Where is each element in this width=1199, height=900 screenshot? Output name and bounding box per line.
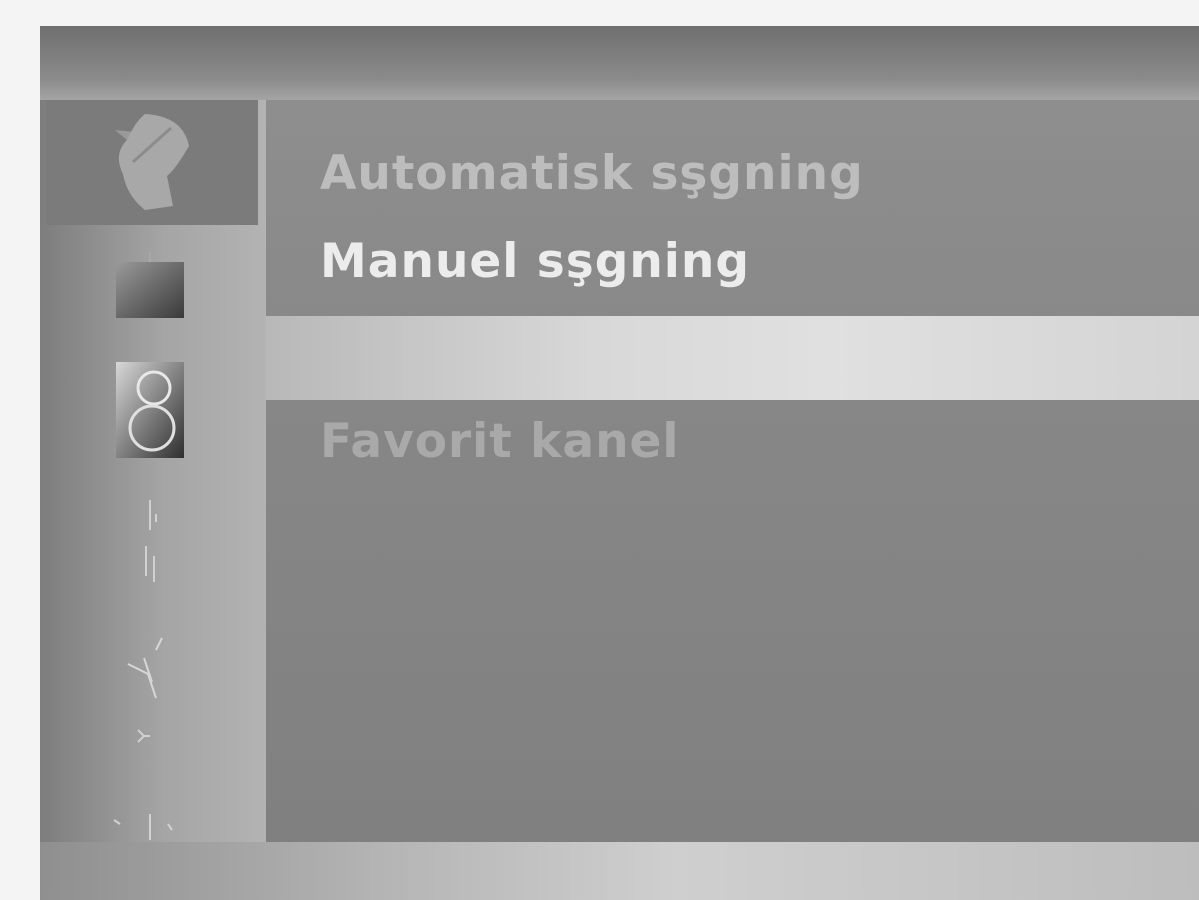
top-bar xyxy=(40,26,1199,100)
lock-icon[interactable] xyxy=(134,726,154,746)
option-icon[interactable] xyxy=(122,634,172,704)
menu-separator xyxy=(266,316,1199,400)
menu-item-favorite-channel[interactable]: Favorit kanel xyxy=(320,414,680,469)
time-icon[interactable] xyxy=(136,496,166,586)
tv-menu-screen: Automatisk sşgning Manuel sşgning Favori… xyxy=(40,26,1199,900)
bottom-bar xyxy=(40,842,1199,900)
menu-item-auto-search[interactable]: Automatisk sşgning xyxy=(320,146,864,201)
satellite-dish-icon[interactable] xyxy=(105,110,195,214)
picture-icon[interactable] xyxy=(114,252,186,322)
menu-item-manual-search[interactable]: Manuel sşgning xyxy=(320,234,750,289)
sound-icon[interactable] xyxy=(112,358,188,462)
